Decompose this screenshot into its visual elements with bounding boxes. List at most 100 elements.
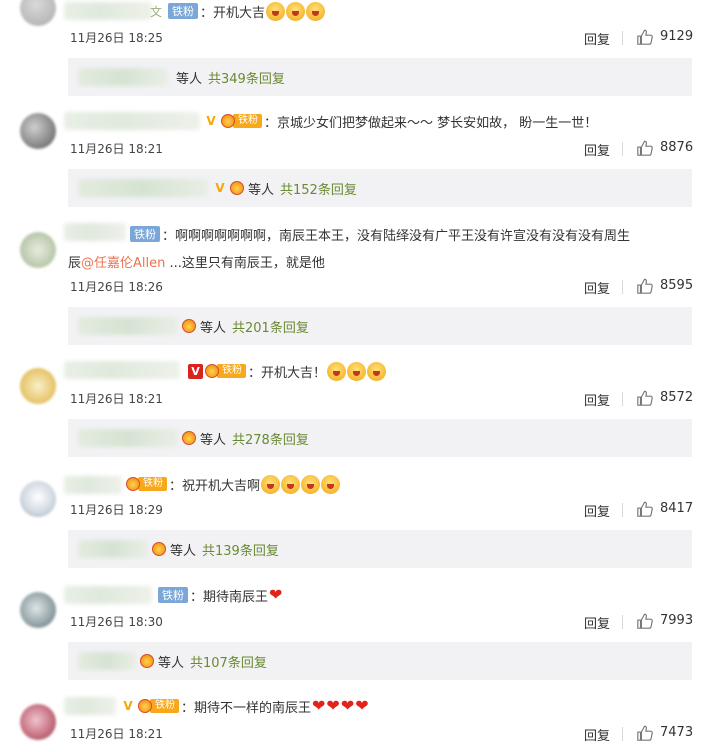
reply-username (78, 540, 148, 558)
verified-v-icon: V (123, 699, 133, 713)
comment-text: ：期待南辰王 (190, 589, 269, 605)
username[interactable] (64, 697, 116, 715)
like-icon[interactable] (636, 612, 654, 630)
like-icon[interactable] (636, 389, 654, 407)
username-tail: 文 (150, 4, 163, 19)
divider (622, 142, 623, 156)
comment-text: ：开机大吉 (200, 5, 266, 21)
reply-button[interactable]: 回复 (584, 390, 610, 409)
heart-icon: ❤ (312, 696, 326, 715)
like-count: 7473 (660, 725, 694, 740)
avatar[interactable] (20, 481, 56, 517)
tiefen-badge: 铁粉 (158, 587, 188, 603)
reply-summary[interactable]: 等人 共201条回复 (68, 307, 692, 345)
like-icon[interactable] (636, 277, 654, 295)
reply-summary[interactable]: V 等人 共152条回复 (68, 169, 692, 207)
fan-badge: 铁粉 (221, 113, 262, 129)
reply-etc: 等人 (176, 71, 203, 87)
heart-icon: ❤ (269, 585, 283, 604)
username[interactable] (64, 361, 180, 379)
like-count: 8876 (660, 140, 694, 155)
divider (622, 280, 623, 294)
celebrate-emoji-icon (327, 361, 347, 381)
avatar[interactable] (20, 0, 56, 26)
like-count: 8572 (660, 390, 694, 405)
reply-button[interactable]: 回复 (584, 725, 610, 744)
comment-date: 11月26日 18:25 (70, 31, 163, 45)
mention-link[interactable]: @任嘉伦Allen (81, 256, 165, 271)
like-count: 7993 (660, 613, 694, 628)
fan-badge: 铁粉 (126, 476, 167, 492)
like-icon[interactable] (636, 500, 654, 518)
reply-total-link[interactable]: 共278条回复 (232, 429, 309, 448)
reply-summary[interactable]: 等人 共278条回复 (68, 419, 692, 457)
like-icon[interactable] (636, 724, 654, 742)
fan-badge-crown-icon (152, 541, 166, 557)
reply-summary[interactable]: 等人 共107条回复 (68, 642, 692, 680)
fan-badge: 铁粉 (138, 698, 179, 714)
like-icon[interactable] (636, 28, 654, 46)
comment-date: 11月26日 18:21 (70, 142, 163, 156)
reply-total-link[interactable]: 共107条回复 (190, 652, 267, 671)
avatar[interactable] (20, 113, 56, 149)
laughing-emoji-icon (281, 474, 301, 494)
reply-button[interactable]: 回复 (584, 140, 610, 159)
celebrate-emoji-icon (367, 361, 387, 381)
celebrate-emoji-icon (347, 361, 367, 381)
avatar[interactable] (20, 368, 56, 404)
username[interactable] (64, 223, 126, 241)
reply-etc: 等人 (170, 543, 197, 559)
username[interactable] (64, 112, 200, 130)
username[interactable] (64, 586, 152, 604)
reply-username (78, 652, 136, 670)
tiefen-badge: 铁粉 (130, 226, 160, 242)
divider (622, 503, 623, 517)
username[interactable] (64, 2, 152, 20)
heart-icon: ❤ (326, 696, 340, 715)
comment-text: ：啊啊啊啊啊啊啊，南辰王本王，没有陆绎没有广平王没有许宣没有没有没有周生 (162, 228, 631, 244)
like-count: 8595 (660, 278, 694, 293)
like-icon[interactable] (636, 139, 654, 157)
reply-button[interactable]: 回复 (584, 501, 610, 520)
reply-etc: 等人 (158, 655, 185, 671)
like-count: 9129 (660, 29, 694, 44)
divider (622, 727, 623, 741)
reply-username (78, 317, 178, 335)
tiefen-badge: 铁粉 (168, 3, 199, 19)
comment-date: 11月26日 18:29 (70, 503, 163, 517)
reply-summary[interactable]: 等人 共139条回复 (68, 530, 692, 568)
comment-text-line2: 辰@任嘉伦Allen ...这里只有南辰王，就是他 (68, 256, 325, 271)
comment-date: 11月26日 18:21 (70, 392, 163, 406)
reply-total-link[interactable]: 共349条回复 (208, 68, 285, 87)
laughing-emoji-icon (321, 474, 341, 494)
avatar[interactable] (20, 592, 56, 628)
reply-button[interactable]: 回复 (584, 29, 610, 48)
comment-text: ：开机大吉！ (248, 365, 327, 381)
divider (622, 31, 623, 45)
reply-username (78, 429, 178, 447)
reply-button[interactable]: 回复 (584, 613, 610, 632)
reply-button[interactable]: 回复 (584, 278, 610, 297)
reply-total-link[interactable]: 共201条回复 (232, 317, 309, 336)
comment-text: ：期待不一样的南辰王 (181, 700, 312, 716)
fan-badge-crown-icon (140, 653, 154, 669)
reply-summary[interactable]: 等人 共349条回复 (68, 58, 692, 96)
comment-text: ：京城少女们把梦做起来～～ 梦长安如故， 盼一生一世！ (264, 115, 598, 131)
fan-badge-crown-icon (182, 318, 196, 334)
verified-v-icon: V (188, 363, 203, 379)
comment-date: 11月26日 18:21 (70, 727, 163, 741)
reply-etc: 等人 (200, 320, 227, 336)
reply-total-link[interactable]: 共152条回复 (280, 179, 357, 198)
comment-date: 11月26日 18:26 (70, 280, 163, 294)
avatar[interactable] (20, 704, 56, 740)
celebrate-emoji-icon (266, 1, 286, 21)
verified-v-icon: V (215, 181, 225, 195)
avatar[interactable] (20, 232, 56, 268)
comment-text: ：祝开机大吉啊 (169, 478, 261, 494)
like-count: 8417 (660, 501, 694, 516)
username[interactable] (64, 476, 122, 494)
fan-badge-crown-icon (182, 430, 196, 446)
heart-icon: ❤ (355, 696, 369, 715)
divider (622, 615, 623, 629)
reply-total-link[interactable]: 共139条回复 (202, 540, 279, 559)
